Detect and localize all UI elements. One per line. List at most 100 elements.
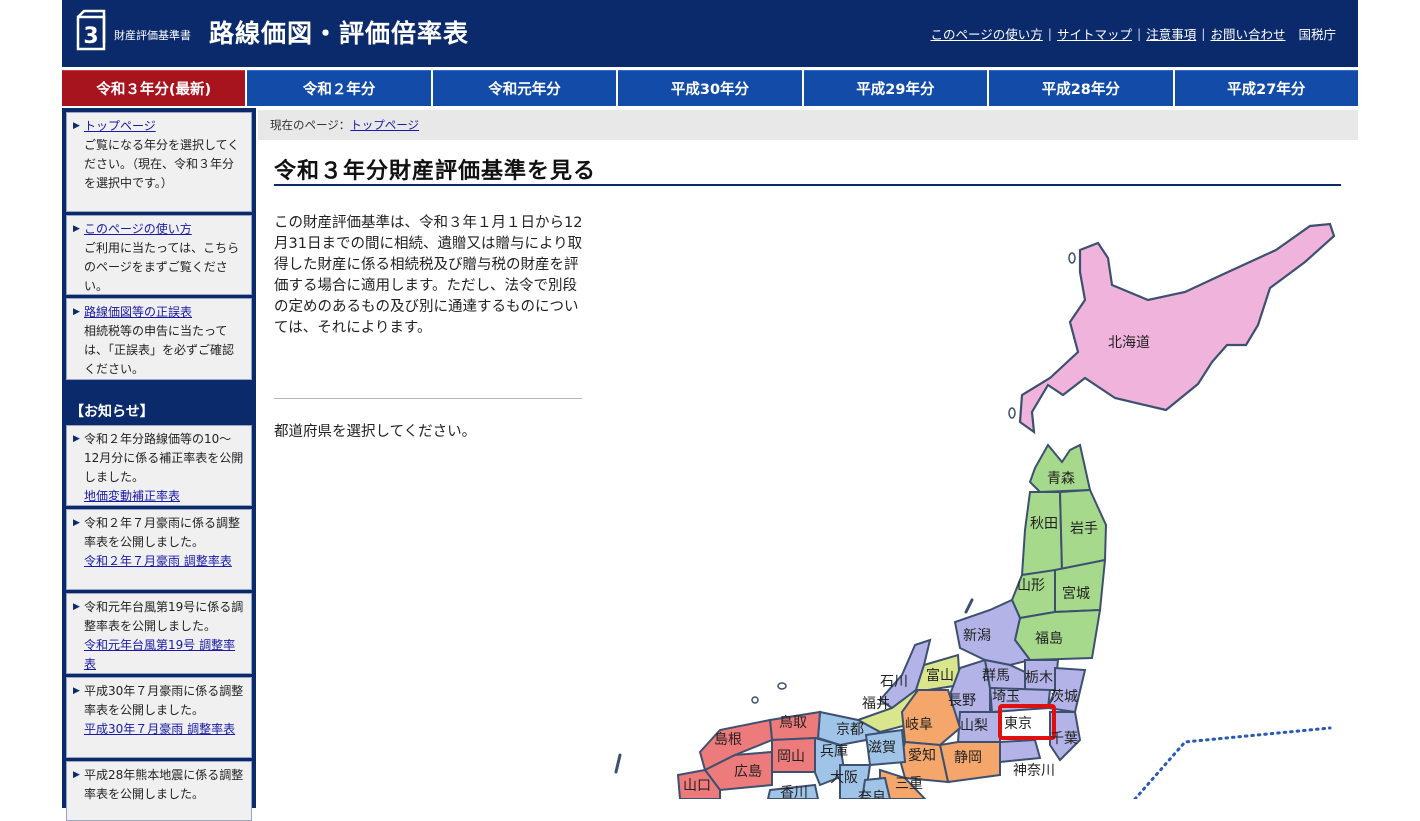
label-ibaraki[interactable]: 茨城	[1050, 689, 1078, 705]
notice-item: ▶ 令和２年分路線価等の10～12月分に係る補正率表を公開しました。 地価変動補…	[66, 425, 252, 506]
label-kagawa[interactable]: 香川	[780, 785, 808, 799]
notice-item: ▶ 令和２年７月豪雨に係る調整率表を公開しました。 令和２年７月豪雨 調整率表	[66, 509, 252, 590]
bullet-icon: ▶	[73, 307, 80, 317]
label-fukui[interactable]: 福井	[862, 696, 890, 712]
island-icon	[751, 696, 759, 704]
bullet-icon: ▶	[73, 602, 80, 612]
island-icon	[614, 753, 622, 774]
intro-text: この財産評価基準は、令和３年１月１日から12月31日までの間に相続、遺贈又は贈与…	[274, 215, 583, 336]
utility-nav: このページの使い方 | サイトマップ | 注意事項 | お問い合わせ 国税庁	[926, 24, 1336, 43]
pref-kanagawa[interactable]	[999, 738, 1042, 764]
label-nara[interactable]: 奈良	[858, 790, 886, 799]
breadcrumb-prefix: 現在のページ：	[270, 118, 351, 132]
label-hokkaido[interactable]: 北海道	[1108, 335, 1150, 351]
island-icon	[1008, 407, 1016, 419]
label-miyagi[interactable]: 宮城	[1062, 586, 1090, 602]
notice-link[interactable]: 令和２年７月豪雨 調整率表	[84, 554, 232, 568]
label-kyoto[interactable]: 京都	[836, 722, 864, 738]
label-yamaguchi[interactable]: 山口	[683, 778, 711, 794]
breadcrumb: 現在のページ： トップページ	[258, 110, 1358, 140]
label-aomori[interactable]: 青森	[1047, 471, 1075, 487]
sidebar-usage-text: ご利用に当たっては、こちらのページをまずご覧ください。	[84, 241, 240, 293]
logo-3-icon: 3	[76, 9, 106, 51]
tab-h28[interactable]: 平成28年分	[989, 70, 1173, 106]
notice-link[interactable]: 平成30年７月豪雨 調整率表	[84, 722, 235, 736]
sidebar-errata-box: ▶ 路線価図等の正誤表 相続税等の申告に当たっては、「正誤表」を必ずご確認くださ…	[66, 298, 252, 380]
label-gifu[interactable]: 岐阜	[905, 716, 933, 733]
label-osaka[interactable]: 大阪	[830, 770, 858, 786]
bullet-icon: ▶	[73, 434, 80, 444]
label-kanagawa[interactable]: 神奈川	[1013, 763, 1055, 779]
logo-subtitle: 財産評価基準書	[114, 29, 191, 42]
tab-h27[interactable]: 平成27年分	[1174, 70, 1358, 106]
notice-link[interactable]: 令和元年台風第19号 調整率表	[84, 638, 235, 671]
tab-r2[interactable]: 令和２年分	[247, 70, 431, 106]
island-icon	[964, 598, 974, 614]
bullet-icon: ▶	[73, 770, 80, 780]
tab-r1[interactable]: 令和元年分	[432, 70, 617, 106]
year-tabs: 令和３年分(最新) 令和２年分 令和元年分 平成30年分 平成29年分 平成28…	[62, 70, 1358, 106]
contact-link[interactable]: お問い合わせ	[1205, 24, 1290, 43]
notice-heading: 【お知らせ】	[70, 404, 154, 420]
notice-text: 平成30年７月豪雨に係る調整率表を公開しました。	[84, 684, 244, 717]
label-chiba[interactable]: 千葉	[1050, 731, 1078, 747]
island-icon	[777, 682, 787, 690]
label-hiroshima[interactable]: 広島	[734, 764, 762, 780]
label-mie[interactable]: 三重	[895, 776, 923, 792]
tab-r3[interactable]: 令和３年分(最新)	[62, 70, 246, 106]
sidebar-errata-text: 相続税等の申告に当たっては、「正誤表」を必ずご確認ください。	[84, 324, 235, 376]
label-nagano[interactable]: 長野	[948, 693, 976, 709]
sidebar-top-text: ご覧になる年分を選択してください。（現在、令和３年分を選択中です。）	[84, 138, 240, 190]
label-tokyo[interactable]: 東京	[1004, 716, 1032, 732]
select-prompt: 都道府県を選択してください。	[274, 424, 477, 440]
site-header: 3 財産評価基準書 路線価図・評価倍率表 このページの使い方 | サイトマップ …	[62, 0, 1358, 67]
label-yamagata[interactable]: 山形	[1017, 578, 1045, 594]
notice-item: ▶ 令和元年台風第19号に係る調整率表を公開しました。 令和元年台風第19号 調…	[66, 593, 252, 674]
sidebar-errata-link[interactable]: 路線価図等の正誤表	[84, 305, 192, 319]
label-saitama[interactable]: 埼玉	[992, 689, 1020, 705]
bullet-icon: ▶	[73, 224, 80, 234]
label-niigata[interactable]: 新潟	[963, 628, 991, 644]
site-title[interactable]: 路線価図・評価倍率表	[209, 14, 469, 50]
notice-text: 令和２年分路線価等の10～12月分に係る補正率表を公開しました。	[84, 432, 244, 484]
label-shiga[interactable]: 滋賀	[868, 740, 896, 756]
label-fukushima[interactable]: 福島	[1035, 631, 1063, 647]
sea-boundary-line	[1133, 726, 1332, 799]
sidebar-usage-link[interactable]: このページの使い方	[84, 222, 192, 236]
notice-text: 令和２年７月豪雨に係る調整率表を公開しました。	[84, 516, 241, 549]
notice-item: ▶ 平成30年７月豪雨に係る調整率表を公開しました。 平成30年７月豪雨 調整率…	[66, 677, 252, 758]
label-shizuoka[interactable]: 静岡	[954, 750, 982, 766]
label-okayama[interactable]: 岡山	[777, 749, 805, 765]
label-tottori[interactable]: 鳥取	[779, 715, 807, 731]
breadcrumb-top-link[interactable]: トップページ	[350, 117, 419, 133]
notice-item: ▶ 平成28年熊本地震に係る調整率表を公開しました。	[66, 761, 252, 821]
japan-map: 北海道 青森 秋田 岩手 山形 宮城 新潟 福島 石川 富山 群馬 栃木 福井 …	[614, 222, 1336, 799]
label-toyama[interactable]: 富山	[926, 667, 954, 684]
usage-link[interactable]: このページの使い方	[926, 24, 1048, 43]
sidebar-top-link[interactable]: トップページ	[84, 119, 156, 133]
page-title: 令和３年分財産評価基準を見る	[274, 153, 1341, 186]
sitemap-link[interactable]: サイトマップ	[1052, 24, 1137, 43]
bullet-icon: ▶	[73, 518, 80, 528]
label-yamanashi[interactable]: 山梨	[960, 718, 988, 734]
label-ishikawa[interactable]: 石川	[880, 674, 908, 690]
label-tochigi[interactable]: 栃木	[1025, 670, 1053, 686]
label-aichi[interactable]: 愛知	[908, 747, 936, 764]
label-hyogo[interactable]: 兵庫	[820, 743, 848, 760]
notice-text: 令和元年台風第19号に係る調整率表を公開しました。	[84, 600, 244, 633]
svg-text:3: 3	[83, 24, 98, 49]
notes-link[interactable]: 注意事項	[1141, 24, 1201, 43]
sidebar-top-box: ▶ トップページ ご覧になる年分を選択してください。（現在、令和３年分を選択中で…	[66, 112, 252, 212]
label-gunma[interactable]: 群馬	[982, 668, 1010, 684]
tab-h30[interactable]: 平成30年分	[618, 70, 802, 106]
tab-h29[interactable]: 平成29年分	[803, 70, 988, 106]
pref-akita[interactable]	[1020, 491, 1064, 577]
notice-link[interactable]: 地価変動補正率表	[84, 489, 180, 503]
sidebar: ▶ トップページ ご覧になる年分を選択してください。（現在、令和３年分を選択中で…	[62, 108, 256, 821]
agency-name: 国税庁	[1298, 27, 1336, 42]
label-akita[interactable]: 秋田	[1030, 516, 1058, 532]
pref-hokkaido[interactable]	[1018, 222, 1336, 435]
label-iwate[interactable]: 岩手	[1070, 521, 1098, 537]
bullet-icon: ▶	[73, 121, 80, 131]
label-shimane[interactable]: 島根	[714, 732, 742, 748]
